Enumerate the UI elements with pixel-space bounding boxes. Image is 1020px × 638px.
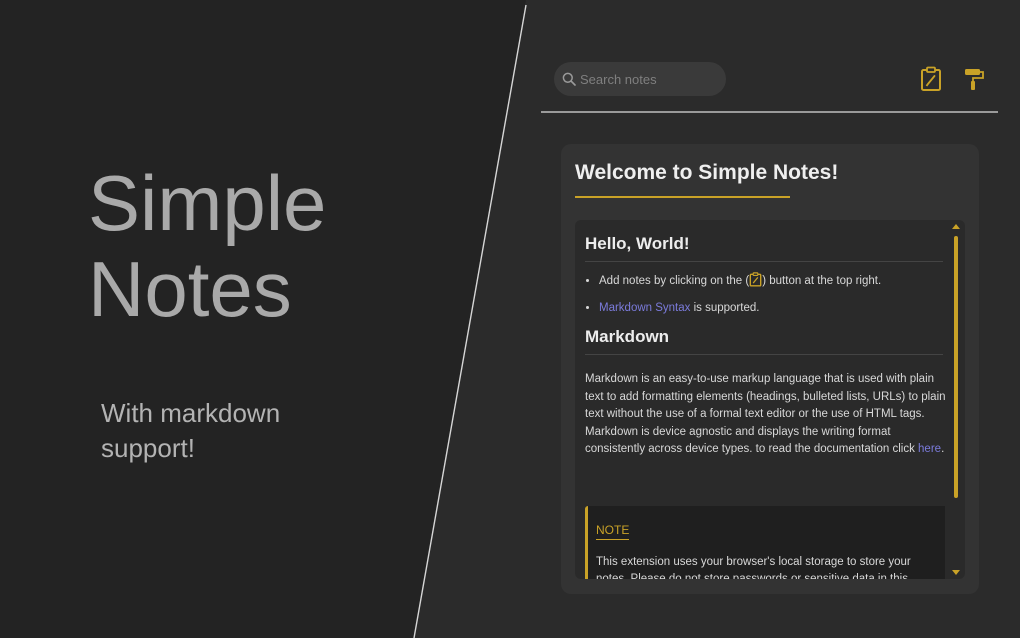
markdown-list: Add notes by clicking on the ( ) button …: [575, 272, 945, 316]
markdown-heading-markdown: Markdown: [585, 327, 943, 355]
list-item: Add notes by clicking on the ( ) button …: [599, 272, 945, 289]
markdown-paragraph: Markdown is an easy-to-use markup langua…: [585, 373, 945, 455]
clipboard-pen-icon: [921, 66, 941, 91]
markdown-heading-hello: Hello, World!: [585, 234, 943, 262]
note-title-underline: [575, 196, 790, 198]
hero-title: Simple Notes: [88, 159, 327, 333]
note-card: Welcome to Simple Notes! Hello, World! A…: [561, 144, 979, 594]
scrollbar-thumb[interactable]: [954, 236, 958, 498]
clipboard-pen-icon: [749, 272, 762, 287]
markdown-syntax-link[interactable]: Markdown Syntax: [599, 302, 690, 314]
note-content[interactable]: Hello, World! Add notes by clicking on t…: [575, 220, 965, 579]
note-scroll-area: Hello, World! Add notes by clicking on t…: [575, 220, 945, 579]
new-note-button[interactable]: [919, 66, 943, 92]
theme-button[interactable]: [962, 66, 986, 92]
paint-roller-icon: [965, 69, 984, 90]
note-callout: NOTE This extension uses your browser's …: [585, 506, 945, 579]
scroll-down-arrow-icon[interactable]: [952, 570, 960, 575]
note-title: Welcome to Simple Notes!: [575, 161, 839, 184]
callout-text: This extension uses your browser's local…: [596, 556, 911, 579]
callout-label: NOTE: [596, 523, 630, 540]
search-input[interactable]: [580, 71, 710, 87]
scrollbar[interactable]: [949, 224, 963, 575]
search-icon: [562, 72, 576, 86]
documentation-link[interactable]: here: [918, 443, 941, 455]
hero-subtitle: With markdown support!: [101, 398, 281, 463]
search-box[interactable]: [554, 62, 726, 96]
scroll-up-arrow-icon[interactable]: [952, 224, 960, 229]
list-item: Markdown Syntax is supported.: [599, 300, 945, 316]
header-divider: [541, 111, 998, 113]
screenshot-canvas: Simple Notes With markdown support! Welc…: [0, 0, 1020, 638]
